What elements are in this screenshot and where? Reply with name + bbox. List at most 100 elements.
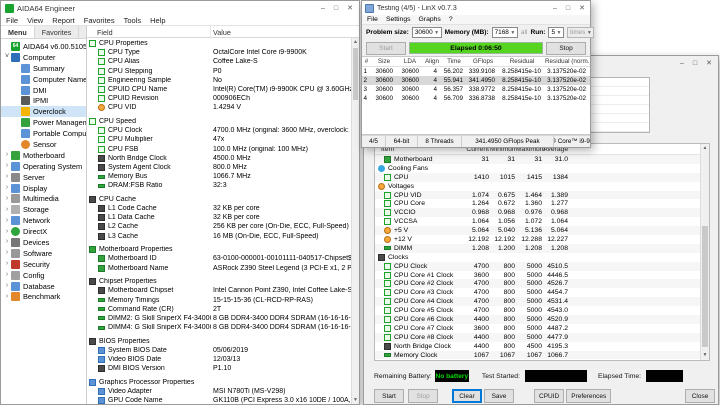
column-header-residual-norm[interactable]: Residual (norm.)	[545, 58, 590, 65]
problem-size-select[interactable]: 30600 ▼	[412, 27, 442, 38]
tree-collapsed-arrow-icon[interactable]: ›	[3, 195, 11, 203]
close-icon[interactable]: ✕	[579, 5, 585, 12]
scroll-up-icon[interactable]: ▲	[352, 38, 359, 46]
scroll-down-icon[interactable]: ▼	[701, 351, 709, 360]
run-select[interactable]: 5 ▼	[548, 27, 564, 38]
field-row[interactable]: System Agent Clock800.0 MHz	[87, 163, 359, 172]
tree-collapsed-arrow-icon[interactable]: ›	[3, 260, 11, 268]
menu-item-graphs[interactable]: Graphs	[419, 16, 441, 23]
close-button[interactable]: Close	[685, 389, 715, 403]
menu-item-report[interactable]: Report	[52, 16, 75, 25]
field-row[interactable]: L2 Cache256 KB per core (On-Die, ECC, Fu…	[87, 222, 359, 231]
minimize-icon[interactable]: –	[680, 60, 684, 67]
stats-group-row[interactable]: Cooling Fans	[375, 164, 700, 173]
tree-collapsed-arrow-icon[interactable]: ›	[3, 151, 11, 159]
field-row[interactable]: Motherboard ID63-0100-000001-00101111-04…	[87, 254, 359, 263]
stop-button[interactable]: Stop	[546, 42, 586, 55]
field-row[interactable]: Motherboard NameASRock Z390 Steel Legend…	[87, 263, 359, 272]
field-row[interactable]: DIMM4: G Skill SniperX F4-3400C16-8G...8…	[87, 323, 359, 332]
stats-row[interactable]: +12 V12.19212.19212.28812.227	[375, 235, 700, 244]
tree-collapsed-arrow-icon[interactable]: ›	[3, 228, 11, 236]
tree-item-multimedia[interactable]: ›Multimedia	[1, 193, 86, 204]
field-row[interactable]: CPU Multiplier47x	[87, 135, 359, 144]
field-row[interactable]: CPU FSB100.0 MHz (original: 100 MHz)	[87, 144, 359, 153]
field-row[interactable]: Engineering SampleNo	[87, 76, 359, 85]
field-row[interactable]: Command Rate (CR)2T	[87, 305, 359, 314]
tree-item-computer[interactable]: ˅Computer	[1, 52, 86, 63]
stats-group-row[interactable]: Voltages	[375, 182, 700, 191]
tree-item-computer-name[interactable]: Computer Name	[1, 74, 86, 85]
save-button[interactable]: Save	[484, 389, 514, 403]
value-column-header[interactable]: Value	[211, 26, 359, 37]
scrollbar-thumb[interactable]	[702, 226, 708, 347]
tree-item-config[interactable]: ›Config	[1, 270, 86, 281]
scroll-up-icon[interactable]: ▲	[701, 144, 709, 153]
tree-collapsed-arrow-icon[interactable]: ›	[3, 293, 11, 301]
stats-group-row[interactable]: Clocks	[375, 253, 700, 262]
tree-expanded-arrow-icon[interactable]: ˅	[3, 53, 11, 61]
tree-item-portable-computer[interactable]: Portable Computer	[1, 128, 86, 139]
menu-item-view[interactable]: View	[27, 16, 43, 25]
stats-row[interactable]: CPU Core #3 Clock470080050004454.7	[375, 288, 700, 297]
field-row[interactable]: CPU VID1.4294 V	[87, 103, 359, 112]
stats-row[interactable]: CPU Core #7 Clock360080050004487.2	[375, 324, 700, 333]
results-row[interactable]: 33060030600456.357338.97728.258415e-103.…	[362, 85, 590, 94]
field-row[interactable]: CPU SteppingP0	[87, 67, 359, 76]
tree-item-network[interactable]: ›Network	[1, 215, 86, 226]
stats-row[interactable]: CPU Core #2 Clock470080050004526.7	[375, 279, 700, 288]
field-row[interactable]: L1 Data Cache32 KB per core	[87, 213, 359, 222]
tree-item-dmi[interactable]: DMI	[1, 85, 86, 96]
tree-item-display[interactable]: ›Display	[1, 183, 86, 194]
start-button[interactable]: Start	[374, 389, 404, 403]
aida64-list-scrollbar[interactable]: ▲ ▼	[351, 38, 359, 404]
minimize-icon[interactable]: –	[553, 5, 557, 12]
results-row[interactable]: 13060030600456.202339.91088.258415e-103.…	[362, 67, 590, 76]
start-button[interactable]: Start	[366, 42, 406, 55]
close-icon[interactable]: ✕	[347, 5, 353, 12]
stats-row[interactable]: North Bridge Clock440080045004195.3	[375, 342, 700, 351]
menu-item-settings[interactable]: Settings	[386, 16, 411, 23]
results-row[interactable]: 43060030600456.709336.87388.258415e-103.…	[362, 94, 590, 103]
stats-scrollbar[interactable]: ▲ ▼	[700, 144, 709, 360]
field-row[interactable]: L1 Code Cache32 KB per core	[87, 204, 359, 213]
column-header-[interactable]: #	[362, 58, 371, 65]
tree-item-aida64-v6-00-5105-beta[interactable]: AIDA64 v6.00.5105 Beta	[1, 41, 86, 52]
tree-item-devices[interactable]: ›Devices	[1, 237, 86, 248]
field-row[interactable]: Motherboard ChipsetIntel Cannon Point Z3…	[87, 286, 359, 295]
stats-row[interactable]: DIMM1.2081.2001.2081.208	[375, 244, 700, 253]
field-column-header[interactable]: Field	[87, 26, 211, 37]
column-header-time[interactable]: Time	[441, 58, 467, 65]
maximize-icon[interactable]: □	[693, 60, 697, 67]
stats-row[interactable]: CPU Core #8 Clock440080050004477.9	[375, 333, 700, 342]
memory-select[interactable]: 7168 ▼	[492, 27, 518, 38]
field-group-row[interactable]: CPU Cache	[87, 195, 359, 204]
field-row[interactable]: Memory Timings15-15-15-36 (CL-RCD-RP-RAS…	[87, 295, 359, 304]
tree-collapsed-arrow-icon[interactable]: ›	[3, 249, 11, 257]
tree-item-summary[interactable]: Summary	[1, 63, 86, 74]
column-header-align[interactable]: Align	[423, 58, 441, 65]
tree-collapsed-arrow-icon[interactable]: ›	[3, 217, 11, 225]
preferences-button[interactable]: Preferences	[566, 389, 611, 403]
tree-item-sensor[interactable]: Sensor	[1, 139, 86, 150]
field-group-row[interactable]: CPU Properties	[87, 39, 359, 48]
stats-row[interactable]: Memory Clock1067106710671066.7	[375, 351, 700, 360]
field-row[interactable]: DRAM:FSB Ratio32:3	[87, 181, 359, 190]
stop-button[interactable]: Stop	[408, 389, 438, 403]
field-row[interactable]: Video BIOS Date12/03/13	[87, 355, 359, 364]
stats-row[interactable]: Motherboard31313131.0	[375, 155, 700, 164]
stats-row[interactable]: CPU Core #5 Clock470080050004543.0	[375, 306, 700, 315]
menu-item-file[interactable]: File	[367, 16, 378, 23]
menu-item-[interactable]: ?	[449, 16, 453, 23]
column-header-gflops[interactable]: GFlops	[467, 58, 499, 65]
tree-collapsed-arrow-icon[interactable]: ›	[3, 271, 11, 279]
field-group-row[interactable]: Motherboard Properties	[87, 245, 359, 254]
stats-row[interactable]: CPU Clock470080050004510.5	[375, 262, 700, 271]
field-row[interactable]: GPU Code NameGK110B (PCI Express 3.0 x16…	[87, 396, 359, 404]
column-header-residual[interactable]: Residual	[499, 58, 545, 65]
tree-item-motherboard[interactable]: ›Motherboard	[1, 150, 86, 161]
tree-collapsed-arrow-icon[interactable]: ›	[3, 184, 11, 192]
field-row[interactable]: North Bridge Clock4500.0 MHz	[87, 154, 359, 163]
field-row[interactable]: L3 Cache16 MB (On-Die, ECC, Full-Speed)	[87, 232, 359, 241]
field-row[interactable]: CPUID Revision000906ECh	[87, 94, 359, 103]
field-row[interactable]: Memory Bus1066.7 MHz	[87, 172, 359, 181]
